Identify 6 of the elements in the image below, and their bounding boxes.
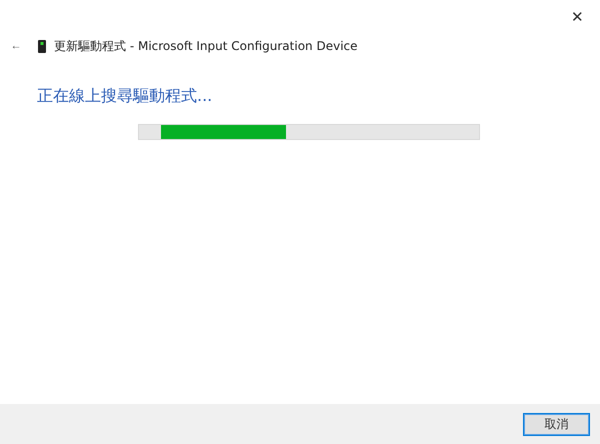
back-button[interactable]: ← [8,40,24,52]
cancel-button[interactable]: 取消 [523,412,590,436]
status-heading: 正在線上搜尋驅動程式... [37,86,214,107]
dialog-title: 更新驅動程式 - Microsoft Input Configuration Device [54,38,358,54]
device-icon [38,40,46,52]
close-button[interactable]: ✕ [567,6,588,28]
